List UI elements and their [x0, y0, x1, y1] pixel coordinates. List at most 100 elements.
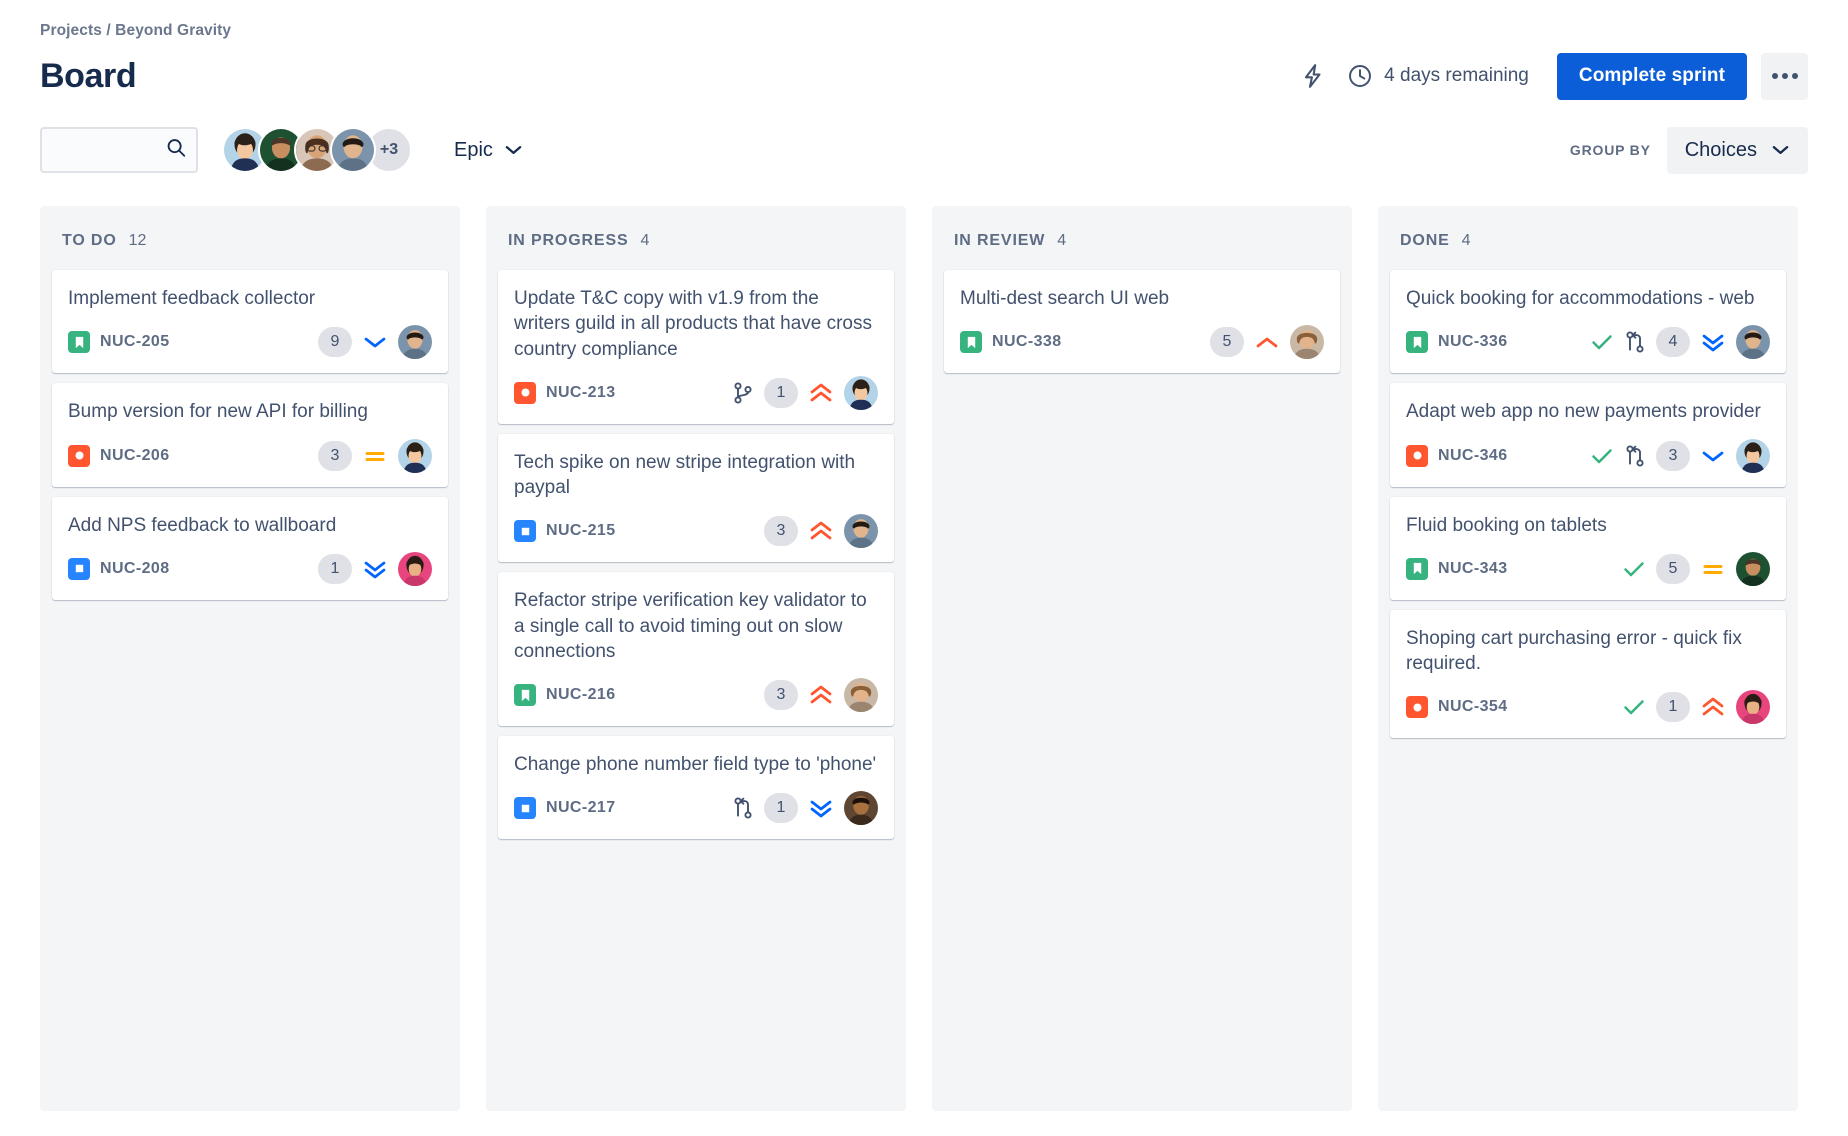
issue-meta: NUC-215 3 [514, 514, 878, 549]
issue-card[interactable]: Add NPS feedback to wallboard NUC-208 1 [52, 496, 448, 600]
issue-indicators: 3 [764, 678, 878, 713]
avatar-group[interactable]: +3 [222, 127, 412, 173]
issue-card[interactable]: Quick booking for accommodations - web NU… [1390, 270, 1786, 374]
story-type-icon [960, 331, 982, 354]
issue-key[interactable]: NUC-338 [992, 333, 1062, 351]
issue-title: Multi-dest search UI web [960, 288, 1170, 309]
issue-key[interactable]: NUC-205 [100, 333, 170, 351]
issue-card[interactable]: Update T&C copy with v1.9 from the write… [498, 270, 894, 424]
sprint-days-remaining: 4 days remaining [1347, 63, 1529, 89]
issue-meta: NUC-205 9 [68, 325, 432, 360]
issue-title: Bump version for new API for billing [68, 401, 368, 423]
priority-lowest-icon [808, 796, 834, 820]
done-check-icon [1590, 332, 1614, 352]
column-name: TO DO [62, 232, 117, 249]
issue-title: Tech spike on new stripe integration wit… [514, 451, 856, 499]
issue-card[interactable]: Change phone number field type to 'phone… [498, 736, 894, 840]
issue-card[interactable]: Multi-dest search UI web NUC-338 5 [944, 270, 1340, 374]
assignee-avatar[interactable] [398, 325, 432, 360]
issue-card[interactable]: Refactor stripe verification key validat… [498, 572, 894, 727]
priority-low-icon [362, 333, 388, 351]
issue-key[interactable]: NUC-336 [1438, 333, 1508, 351]
issue-title: Change phone number field type to 'phone… [514, 754, 877, 776]
issue-meta: NUC-346 3 [1406, 438, 1770, 473]
priority-low-icon [1700, 447, 1726, 465]
group-by-select[interactable]: Choices [1666, 126, 1808, 174]
issue-card[interactable]: Shoping cart purchasing error - quick fi… [1390, 609, 1786, 739]
bug-type-icon [68, 444, 90, 467]
board-columns: TO DO 12 Implement feedback collector NUC-2… [40, 206, 1808, 1111]
column-header: DONE 4 [1390, 220, 1786, 270]
issue-card[interactable]: Tech spike on new stripe integration wit… [498, 433, 894, 563]
board-page: Projects / Beyond Gravity Board 4 days r… [0, 0, 1848, 1136]
assignee-avatar[interactable] [1736, 325, 1770, 360]
issue-meta: NUC-208 1 [68, 551, 432, 586]
issue-meta: NUC-354 1 [1406, 690, 1770, 725]
issue-key[interactable]: NUC-206 [100, 447, 170, 465]
issue-meta: NUC-336 4 [1406, 325, 1770, 360]
breadcrumb[interactable]: Projects / Beyond Gravity [40, 0, 1808, 40]
priority-medium-icon [362, 447, 388, 465]
more-options-button[interactable] [1761, 52, 1808, 100]
issue-key[interactable]: NUC-217 [546, 799, 616, 817]
issue-meta: NUC-217 1 [514, 791, 878, 826]
issue-key[interactable]: NUC-343 [1438, 560, 1508, 578]
pull-request-icon[interactable] [732, 796, 754, 820]
assignee-avatar[interactable] [844, 678, 878, 713]
assignee-avatar[interactable] [398, 551, 432, 586]
assignee-avatar[interactable] [844, 791, 878, 826]
epic-filter-button[interactable]: Epic [446, 128, 531, 172]
assignee-avatar[interactable] [1736, 551, 1770, 586]
issue-meta: NUC-338 5 [960, 325, 1324, 360]
issue-card[interactable]: Adapt web app no new payments provider NU… [1390, 383, 1786, 487]
issue-card[interactable]: Bump version for new API for billing NUC-… [52, 383, 448, 487]
issue-indicators: 5 [1622, 551, 1770, 586]
clock-icon [1349, 65, 1372, 87]
board-column: TO DO 12 Implement feedback collector NUC-2… [40, 206, 460, 1111]
issue-count-badge: 5 [1210, 327, 1244, 358]
issue-key[interactable]: NUC-208 [100, 560, 170, 578]
issue-title: Adapt web app no new payments provider [1406, 401, 1761, 423]
lightning-bolt-icon[interactable] [1293, 56, 1333, 96]
assignee-avatar[interactable] [844, 514, 878, 549]
assignee-avatar[interactable] [398, 438, 432, 473]
issue-title: Add NPS feedback to wallboard [68, 514, 337, 536]
avatar[interactable] [330, 127, 376, 173]
issue-title: Quick booking for accommodations - web [1406, 288, 1755, 309]
issue-card[interactable]: Implement feedback collector NUC-205 9 [52, 270, 448, 374]
assignee-avatar[interactable] [1290, 325, 1324, 360]
task-type-icon [68, 557, 90, 580]
issue-indicators: 3 [1590, 438, 1770, 473]
done-check-icon [1590, 446, 1614, 466]
issue-key[interactable]: NUC-215 [546, 522, 616, 540]
complete-sprint-button[interactable]: Complete sprint [1556, 52, 1747, 100]
issue-indicators: 4 [1590, 325, 1770, 360]
issue-title: Refactor stripe verification key validat… [514, 590, 867, 662]
issue-indicators: 3 [318, 438, 432, 473]
column-name: DONE [1400, 232, 1450, 249]
story-type-icon [1406, 557, 1428, 580]
issue-key[interactable]: NUC-213 [546, 384, 616, 402]
pull-request-icon[interactable] [1624, 444, 1646, 468]
more-dot [1781, 73, 1788, 79]
assignee-avatar[interactable] [1736, 690, 1770, 725]
pull-request-icon[interactable] [1624, 330, 1646, 354]
issue-count-badge: 3 [1656, 440, 1690, 471]
issue-key[interactable]: NUC-354 [1438, 698, 1508, 716]
column-name: IN PROGRESS [508, 232, 629, 249]
assignee-avatar[interactable] [844, 375, 878, 410]
branch-icon[interactable] [732, 381, 754, 405]
column-count: 4 [1057, 232, 1067, 249]
story-type-icon [68, 331, 90, 354]
issue-indicators: 1 [318, 551, 432, 586]
page-title: Board [40, 56, 137, 95]
column-header: TO DO 12 [52, 220, 448, 270]
issue-count-badge: 1 [764, 793, 798, 824]
issue-card[interactable]: Fluid booking on tablets NUC-343 5 [1390, 496, 1786, 600]
more-dot [1771, 73, 1778, 79]
issue-key[interactable]: NUC-346 [1438, 447, 1508, 465]
issue-key[interactable]: NUC-216 [546, 686, 616, 704]
assignee-avatar[interactable] [1736, 438, 1770, 473]
column-header: IN PROGRESS 4 [498, 220, 894, 270]
search-input[interactable] [40, 127, 198, 173]
